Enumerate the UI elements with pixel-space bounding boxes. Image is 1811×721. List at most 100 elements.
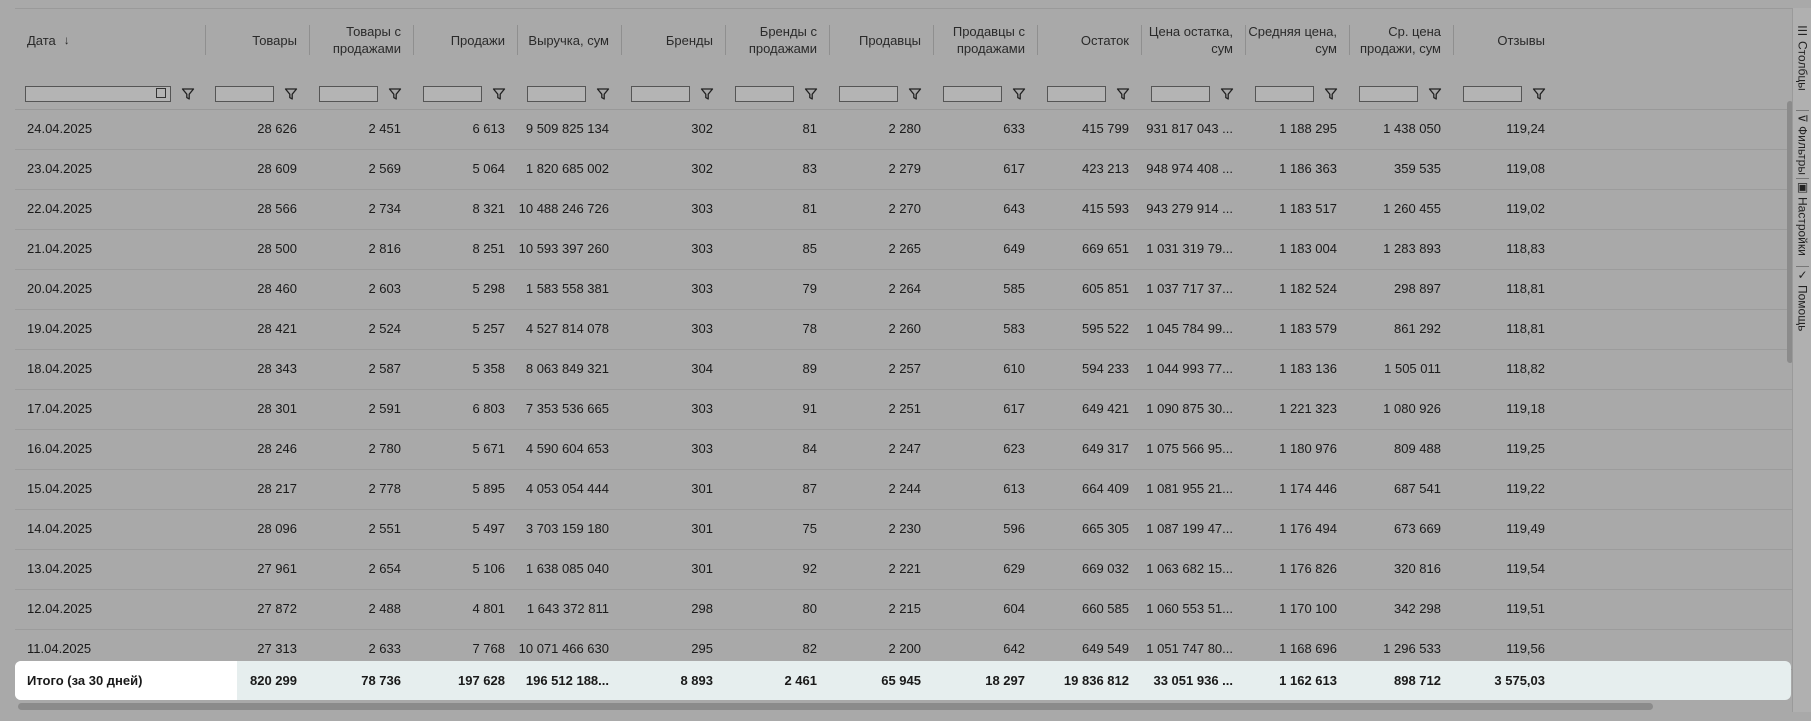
filter-icon[interactable] [700, 87, 714, 101]
column-separator[interactable] [829, 25, 830, 55]
table-row[interactable]: 19.04.2025 28 421 2 524 5 257 4 527 814 078 3… [15, 309, 1792, 350]
column-header[interactable]: Продавцы [829, 9, 933, 71]
column-header[interactable]: Товары [205, 9, 309, 71]
filter-icon: ⊽ [1795, 114, 1810, 123]
filter-icon[interactable] [388, 87, 402, 101]
table-cell: 649 317 [1082, 441, 1129, 456]
table-cell: 1 183 136 [1279, 361, 1337, 376]
column-separator[interactable] [1245, 25, 1246, 55]
table-cell: 302 [691, 121, 713, 136]
column-separator[interactable] [1037, 25, 1038, 55]
table-cell: 85 [802, 241, 817, 256]
filter-icon[interactable] [1324, 87, 1338, 101]
filter-icon[interactable] [1532, 87, 1546, 101]
table-cell: 649 421 [1082, 401, 1129, 416]
table-row[interactable]: 22.04.2025 28 566 2 734 8 321 10 488 246 726… [15, 189, 1792, 230]
table-cell: 6 803 [472, 401, 505, 416]
column-header[interactable]: Бренды с продажами [725, 9, 829, 71]
column-filter-input[interactable] [1151, 86, 1210, 102]
column-header-label: Бренды [665, 32, 713, 48]
table-cell: 613 [1003, 481, 1025, 496]
table-cell: 594 233 [1082, 361, 1129, 376]
column-header[interactable]: Товары с продажами [309, 9, 413, 71]
column-filter-input[interactable] [1463, 86, 1522, 102]
column-header[interactable]: Отзывы [1453, 9, 1557, 71]
column-header[interactable]: Остаток [1037, 9, 1141, 71]
column-filter-input[interactable] [839, 86, 898, 102]
column-header[interactable]: Продавцы с продажами [933, 9, 1037, 71]
filter-icon[interactable] [1012, 87, 1026, 101]
table-cell: 5 064 [472, 161, 505, 176]
table-cell: 943 279 914 ... [1146, 201, 1233, 216]
column-filter-input[interactable] [735, 86, 794, 102]
filter-icon[interactable] [1428, 87, 1442, 101]
table-cell: 1 075 566 95... [1146, 441, 1233, 456]
table-row[interactable]: 13.04.2025 27 961 2 654 5 106 1 638 085 040 3… [15, 549, 1792, 590]
table-row[interactable]: 15.04.2025 28 217 2 778 5 895 4 053 054 444 3… [15, 469, 1792, 510]
filter-icon[interactable] [1220, 87, 1234, 101]
filter-icon[interactable] [596, 87, 610, 101]
table-cell: 5 671 [472, 441, 505, 456]
table-cell: 28 609 [257, 161, 297, 176]
table-row[interactable]: 23.04.2025 28 609 2 569 5 064 1 820 685 002 3… [15, 149, 1792, 190]
date-filter-input[interactable] [25, 86, 171, 102]
column-filter-input[interactable] [527, 86, 586, 102]
column-filter-input[interactable] [319, 86, 378, 102]
column-filter-input[interactable] [943, 86, 1002, 102]
table-row[interactable]: 16.04.2025 28 246 2 780 5 671 4 590 604 653 3… [15, 429, 1792, 470]
column-filter-input[interactable] [1255, 86, 1314, 102]
column-header[interactable]: Ср. цена продажи, сум [1349, 9, 1453, 71]
table-cell: 1 183 517 [1279, 201, 1337, 216]
table-cell: 1 090 875 30... [1146, 401, 1233, 416]
table-row[interactable]: 24.04.2025 28 626 2 451 6 613 9 509 825 134 3… [15, 109, 1792, 150]
column-separator[interactable] [933, 25, 934, 55]
table-row[interactable]: 14.04.2025 28 096 2 551 5 497 3 703 159 180 3… [15, 509, 1792, 550]
column-header[interactable]: Продажи [413, 9, 517, 71]
table-row[interactable]: 21.04.2025 28 500 2 816 8 251 10 593 397 260… [15, 229, 1792, 270]
date-cell: 12.04.2025 [27, 601, 93, 616]
column-filter-input[interactable] [215, 86, 274, 102]
side-tab-2[interactable]: ⊽ Фильтры [1793, 114, 1811, 175]
table-row[interactable]: 17.04.2025 28 301 2 591 6 803 7 353 536 665 3… [15, 389, 1792, 430]
column-filter-input[interactable] [423, 86, 482, 102]
table-row[interactable]: 18.04.2025 28 343 2 587 5 358 8 063 849 321 3… [15, 349, 1792, 390]
column-filter-input[interactable] [631, 86, 690, 102]
filter-icon[interactable] [492, 87, 506, 101]
column-filter-input[interactable] [1359, 86, 1418, 102]
filter-icon[interactable] [908, 87, 922, 101]
column-separator[interactable] [309, 25, 310, 55]
column-separator[interactable] [517, 25, 518, 55]
table-cell: 633 [1003, 121, 1025, 136]
filter-row [15, 71, 1792, 110]
side-tab-separator [1796, 266, 1809, 267]
sort-desc-icon[interactable]: ↓ [64, 32, 70, 49]
calendar-icon[interactable] [156, 88, 166, 98]
column-header[interactable]: Средняя цена, сум [1245, 9, 1349, 71]
horizontal-scrollbar[interactable] [18, 703, 1653, 710]
column-header[interactable]: Выручка, сум [517, 9, 621, 71]
side-tab-3[interactable]: ▣ Настройки [1793, 180, 1811, 262]
column-filter-input[interactable] [1047, 86, 1106, 102]
filter-icon[interactable] [181, 87, 195, 101]
table-cell: 87 [802, 481, 817, 496]
column-separator[interactable] [725, 25, 726, 55]
column-header[interactable]: Бренды [621, 9, 725, 71]
filter-icon[interactable] [1116, 87, 1130, 101]
column-separator[interactable] [1453, 25, 1454, 55]
totals-cell: 33 051 936 ... [1153, 673, 1233, 688]
column-separator[interactable] [1141, 25, 1142, 55]
column-header[interactable]: Цена остатка, сум [1141, 9, 1245, 71]
side-tab-1[interactable]: ☰ Столбцы [1793, 24, 1811, 106]
column-separator[interactable] [621, 25, 622, 55]
table-row[interactable]: 12.04.2025 27 872 2 488 4 801 1 643 372 811 2… [15, 589, 1792, 630]
totals-cell: 8 893 [680, 673, 713, 688]
column-separator[interactable] [205, 25, 206, 55]
side-tab-4[interactable]: ✓ Помощь [1793, 268, 1811, 331]
column-separator[interactable] [413, 25, 414, 55]
table-cell: 10 593 397 260 [518, 241, 609, 256]
column-separator[interactable] [1349, 25, 1350, 55]
column-header[interactable]: Дата ↓ [15, 9, 205, 71]
filter-icon[interactable] [804, 87, 818, 101]
table-row[interactable]: 20.04.2025 28 460 2 603 5 298 1 583 558 381 3… [15, 269, 1792, 310]
filter-icon[interactable] [284, 87, 298, 101]
